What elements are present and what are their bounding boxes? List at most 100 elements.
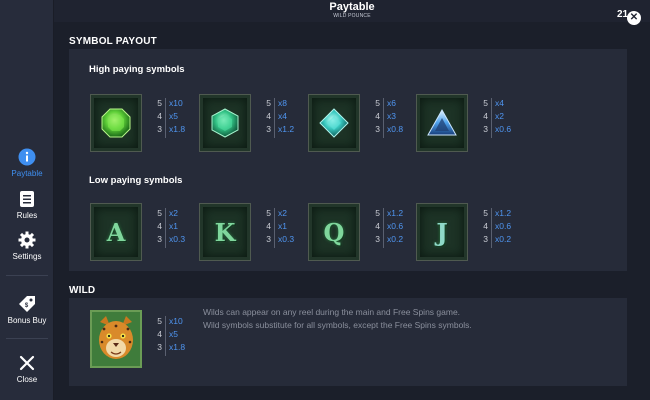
info-icon — [18, 148, 36, 166]
payout-count: 3 — [157, 124, 162, 134]
payout-count: 3 — [157, 234, 162, 244]
sidebar-item-label: Settings — [12, 252, 42, 261]
payout-count: 3 — [375, 124, 380, 134]
payout-count: 5 — [266, 208, 271, 218]
payout-value: x0.2 — [495, 234, 512, 244]
symbol-tile — [199, 94, 251, 152]
payout-count: 4 — [483, 221, 488, 231]
payout-value: x4 — [495, 98, 504, 108]
payout-value: x5 — [169, 111, 178, 121]
payout-count: 4 — [157, 111, 162, 121]
payout-value: x8 — [278, 98, 287, 108]
wild-description-line-1: Wilds can appear on any reel during the … — [203, 307, 461, 317]
green-octagon-gem-icon — [101, 108, 131, 138]
payout-count: 5 — [483, 208, 488, 218]
low-paying-heading: Low paying symbols — [89, 175, 183, 186]
payout-value: x5 — [169, 329, 178, 339]
wild-symbol-tile — [90, 310, 142, 368]
payout-count: 3 — [266, 124, 271, 134]
sidebar-item-label: Paytable — [11, 169, 43, 178]
sidebar: Paytable Rules Settings $ Bonus Buy Clos… — [0, 0, 54, 400]
page-title: Paytable — [329, 1, 375, 13]
payout-list: 5 x10 4 x5 3 x1.8 — [156, 315, 206, 359]
payout-value: x1 — [278, 221, 287, 231]
close-icon — [19, 355, 35, 371]
gear-icon — [18, 231, 36, 249]
payout-count: 4 — [375, 111, 380, 121]
sidebar-item-close[interactable]: Close — [0, 354, 54, 384]
payout-value: x3 — [387, 111, 396, 121]
payout-list: 5 x4 4 x2 3 x0.6 — [482, 97, 532, 141]
payout-count: 3 — [375, 234, 380, 244]
payout-value: x0.3 — [278, 234, 295, 244]
sidebar-divider — [6, 275, 48, 276]
document-icon — [20, 191, 34, 207]
payout-value: x1 — [169, 221, 178, 231]
teal-hexagon-gem-icon — [211, 108, 239, 138]
header: Paytable WILD POUNCE — [54, 0, 650, 22]
symbol-tile: J — [416, 203, 468, 261]
price-tag-icon: $ — [19, 296, 35, 312]
payout-value: x0.6 — [495, 124, 512, 134]
payout-value: x2 — [495, 111, 504, 121]
close-icon: ✕ — [629, 12, 639, 23]
high-paying-heading: High paying symbols — [89, 64, 185, 75]
payout-count: 5 — [157, 316, 162, 326]
symbol-tile — [90, 94, 142, 152]
payout-value: x2 — [278, 208, 287, 218]
sidebar-item-bonus-buy[interactable]: $ Bonus Buy — [0, 295, 54, 325]
wild-description-line-2: Wild symbols substitute for all symbols,… — [203, 320, 472, 330]
payout-value: x10 — [169, 98, 183, 108]
payout-value: x4 — [278, 111, 287, 121]
game-name: WILD POUNCE — [333, 13, 371, 19]
sidebar-item-label: Bonus Buy — [7, 316, 47, 325]
payout-count: 5 — [375, 208, 380, 218]
payout-value: x1.8 — [169, 342, 186, 352]
sidebar-item-label: Rules — [16, 211, 38, 220]
jaguar-wild-icon — [92, 312, 140, 366]
payout-count: 4 — [157, 329, 162, 339]
payout-value: x2 — [169, 208, 178, 218]
payout-count: 4 — [483, 111, 488, 121]
payout-count: 4 — [157, 221, 162, 231]
payout-count: 3 — [483, 124, 488, 134]
payout-value: x10 — [169, 316, 183, 326]
sidebar-item-label: Close — [16, 375, 38, 384]
payout-value: x1.2 — [278, 124, 295, 134]
payout-value: x0.6 — [387, 221, 404, 231]
section-title-wild: WILD — [69, 285, 96, 296]
symbol-tile — [416, 94, 468, 152]
payout-value: x0.6 — [495, 221, 512, 231]
symbol-tile: Q — [308, 203, 360, 261]
sidebar-item-paytable[interactable]: Paytable — [0, 148, 54, 178]
payout-count: 4 — [375, 221, 380, 231]
payout-count: 5 — [157, 98, 162, 108]
section-title-symbol-payout: SYMBOL PAYOUT — [69, 36, 157, 47]
close-button[interactable]: ✕ — [627, 11, 641, 25]
payout-value: x1.2 — [387, 208, 404, 218]
symbol-tile — [308, 94, 360, 152]
symbol-tile: A — [90, 203, 142, 261]
payout-count: 5 — [157, 208, 162, 218]
payout-count: 5 — [375, 98, 380, 108]
payout-count: 4 — [266, 221, 271, 231]
payout-value: x0.2 — [387, 234, 404, 244]
sidebar-divider — [6, 338, 48, 339]
symbol-tile: K — [199, 203, 251, 261]
payout-value: x1.2 — [495, 208, 512, 218]
payout-count: 5 — [483, 98, 488, 108]
payout-count: 3 — [483, 234, 488, 244]
payout-value: x0.3 — [169, 234, 186, 244]
sidebar-item-settings[interactable]: Settings — [0, 231, 54, 261]
symbol-letter-a: A — [106, 217, 126, 247]
cyan-diamond-gem-icon — [319, 108, 349, 138]
payout-count: 3 — [266, 234, 271, 244]
payout-value: x6 — [387, 98, 396, 108]
payout-value: x0.8 — [387, 124, 404, 134]
payout-count: 3 — [157, 342, 162, 352]
sidebar-item-rules[interactable]: Rules — [0, 190, 54, 220]
symbol-letter-q: Q — [323, 217, 345, 247]
payout-count: 4 — [266, 111, 271, 121]
symbol-letter-j: J — [436, 217, 448, 247]
blue-triangle-gem-icon — [427, 108, 457, 136]
